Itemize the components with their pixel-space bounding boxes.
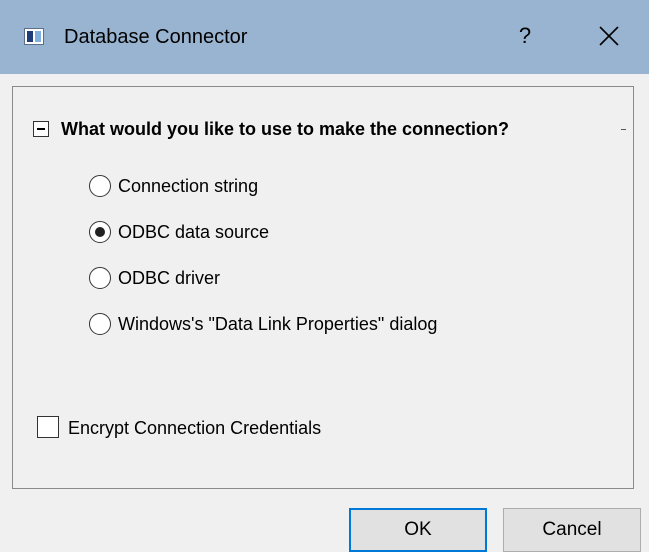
collapse-icon[interactable] bbox=[33, 121, 49, 137]
radio-label: Connection string bbox=[118, 176, 259, 196]
help-button[interactable]: ? bbox=[505, 16, 545, 56]
close-button[interactable] bbox=[589, 16, 629, 56]
radio-label: ODBC data source bbox=[118, 222, 270, 242]
checkbox-label: Encrypt Connection Credentials bbox=[68, 418, 322, 438]
encrypt-checkbox[interactable] bbox=[37, 416, 59, 438]
radio-odbc-driver[interactable]: ODBC driver bbox=[89, 265, 609, 289]
radio-button[interactable] bbox=[89, 221, 111, 243]
group-divider-tick bbox=[621, 129, 626, 130]
radio-label: ODBC driver bbox=[118, 268, 221, 288]
ok-button[interactable]: OK bbox=[349, 508, 487, 552]
options-panel: What would you like to use to make the c… bbox=[12, 86, 634, 489]
radio-button[interactable] bbox=[89, 267, 111, 289]
window-title: Database Connector bbox=[64, 26, 248, 48]
radio-odbc-data-source[interactable]: ODBC data source bbox=[89, 219, 609, 243]
app-icon bbox=[24, 28, 44, 45]
title-bar: Database Connector ? bbox=[0, 0, 649, 74]
encrypt-credentials-option[interactable]: Encrypt Connection Credentials bbox=[37, 415, 437, 441]
radio-button[interactable] bbox=[89, 313, 111, 335]
radio-data-link-properties[interactable]: Windows's "Data Link Properties" dialog bbox=[89, 311, 609, 335]
radio-connection-string[interactable]: Connection string bbox=[89, 173, 609, 197]
cancel-button[interactable]: Cancel bbox=[503, 508, 641, 552]
close-icon bbox=[599, 26, 619, 46]
group-title: What would you like to use to make the c… bbox=[61, 119, 510, 139]
radio-button[interactable] bbox=[89, 175, 111, 197]
radio-label: Windows's "Data Link Properties" dialog bbox=[118, 314, 438, 334]
group-header: What would you like to use to make the c… bbox=[33, 117, 626, 141]
